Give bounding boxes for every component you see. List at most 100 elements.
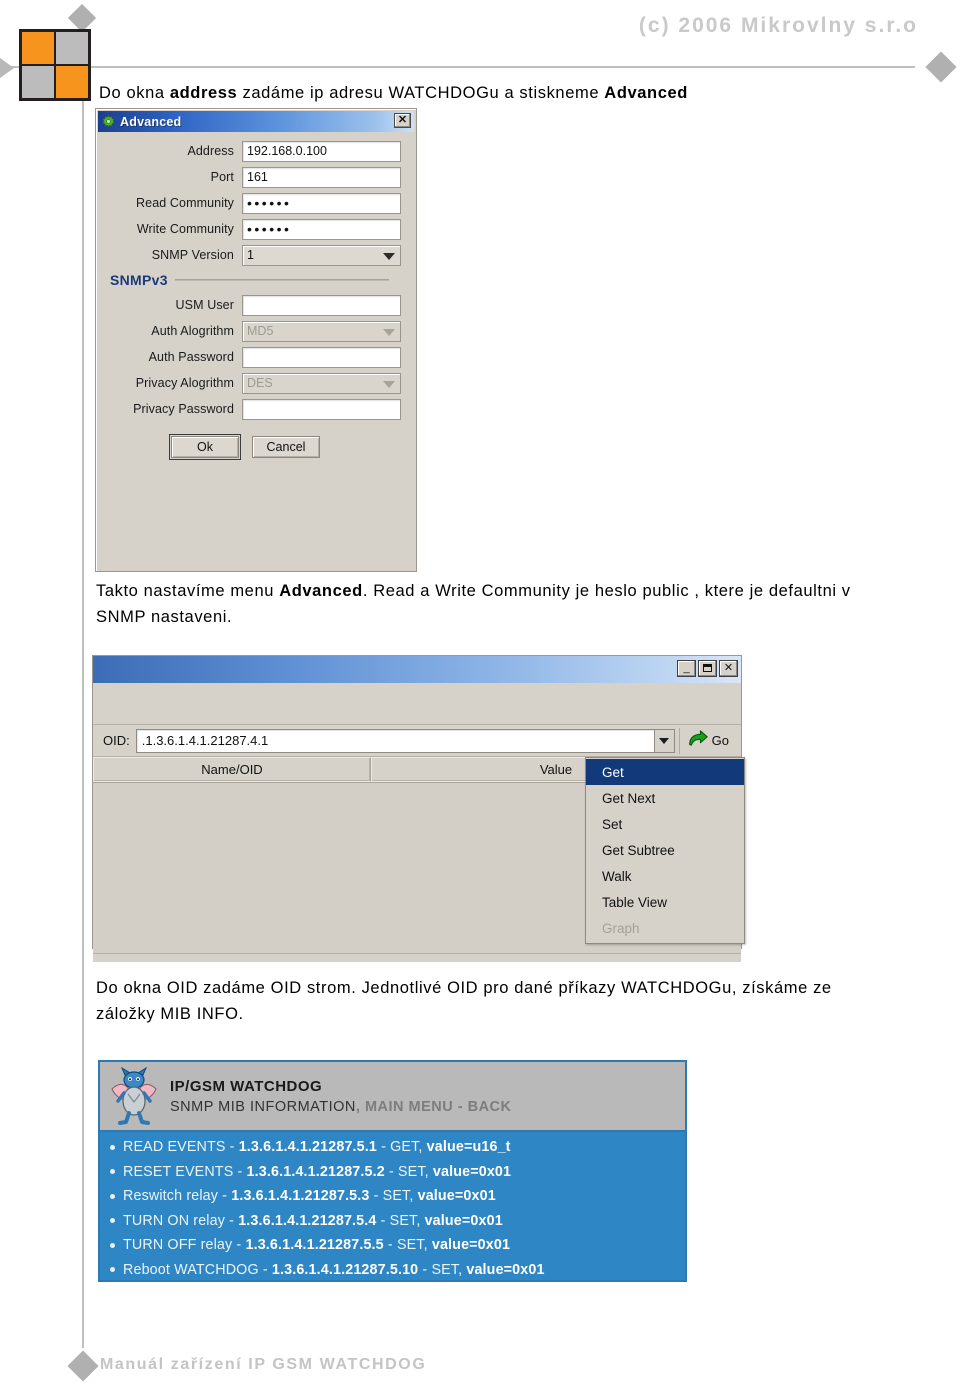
advanced-dialog-body: Address 192.168.0.100 Port 161 Read Comm… — [96, 132, 416, 460]
label-usm-user: USM User — [175, 298, 234, 312]
go-label: Go — [711, 733, 729, 748]
menu-item-table-view[interactable]: Table View — [586, 889, 744, 915]
watchdog-oid-list: READ EVENTS - 1.3.6.1.4.1.21287.5.1 - GE… — [100, 1132, 685, 1282]
auth-algorithm-select[interactable]: MD5 — [242, 320, 401, 342]
middle-bold-advanced: Advanced — [279, 582, 363, 600]
list-item: Reswitch relay - 1.3.6.1.4.1.21287.5.3 -… — [100, 1184, 685, 1209]
oid-item-value: value=0x01 — [417, 1188, 496, 1205]
bullet-icon — [110, 1242, 115, 1248]
oid-label: OID: — [103, 733, 130, 748]
label-write-community: Write Community — [136, 222, 234, 236]
menu-item-get-next[interactable]: Get Next — [586, 785, 744, 811]
go-button[interactable]: Go — [684, 728, 737, 754]
gear-icon — [102, 115, 115, 128]
logo-square-gray-tr — [55, 31, 89, 65]
oid-paragraph: Do okna OID zadáme OID strom. Jednotlivé… — [96, 979, 832, 1023]
intro-bold-address: address — [169, 84, 238, 102]
snmpv3-group-header: SNMPv3 — [110, 272, 401, 288]
label-address: Address — [187, 144, 234, 158]
mib-titlebar: _ ✕ — [93, 656, 741, 683]
mib-statusbar — [93, 953, 741, 962]
group-divider — [174, 279, 389, 281]
oid-item-name: RESET EVENTS — [123, 1163, 234, 1180]
address-input[interactable]: 192.168.0.100 — [242, 140, 401, 162]
list-item: RESET EVENTS - 1.3.6.1.4.1.21287.5.2 - S… — [100, 1160, 685, 1185]
privacy-password-input[interactable] — [242, 398, 401, 420]
chevron-down-icon — [659, 737, 670, 744]
menu-item-set[interactable]: Set — [586, 811, 744, 837]
close-icon[interactable]: ✕ — [719, 660, 738, 677]
auth-algorithm-value: MD5 — [247, 324, 274, 338]
close-icon[interactable]: ✕ — [394, 113, 411, 128]
bullet-icon — [110, 1193, 115, 1199]
field-row-privacy-password: Privacy Password — [100, 398, 401, 420]
port-input[interactable]: 161 — [242, 166, 401, 188]
watchdog-panel-header: IP/GSM WATCHDOG SNMP MIB INFORMATION, MA… — [100, 1062, 685, 1132]
oid-item-name: Reswitch relay — [123, 1188, 219, 1205]
oid-item-oid: 1.3.6.1.4.1.21287.5.2 — [246, 1163, 385, 1180]
oid-item-value: value=u16_t — [426, 1139, 511, 1156]
oid-item-name: READ EVENTS — [123, 1139, 226, 1156]
footer-text: Manuál zařízení IP GSM WATCHDOG — [100, 1356, 427, 1373]
snmp-version-select[interactable]: 1 — [242, 244, 401, 266]
oid-item-op: SET, — [396, 1237, 428, 1254]
watchdog-subtitle-nav[interactable]: , MAIN MENU - BACK — [356, 1099, 512, 1115]
oid-item-oid: 1.3.6.1.4.1.21287.5.3 — [231, 1188, 370, 1205]
watchdog-mib-panel: IP/GSM WATCHDOG SNMP MIB INFORMATION, MA… — [98, 1060, 687, 1282]
write-community-input[interactable]: •••••• — [242, 218, 401, 240]
oid-item-value: value=0x01 — [431, 1237, 511, 1254]
label-auth-algorithm: Auth Alogrithm — [151, 324, 234, 338]
chevron-down-icon — [383, 381, 395, 388]
oid-item-value: value=0x01 — [424, 1212, 503, 1229]
field-row-usm-user: USM User — [100, 294, 401, 316]
bullet-icon — [110, 1267, 115, 1273]
menu-item-walk[interactable]: Walk — [586, 863, 744, 889]
field-row-port: Port 161 — [100, 166, 401, 188]
list-item: TURN OFF relay - 1.3.6.1.4.1.21287.5.5 -… — [100, 1233, 685, 1258]
copyright-text: (c) 2006 Mikrovlny s.r.o — [638, 14, 918, 37]
usm-user-input[interactable] — [242, 294, 401, 316]
maximize-icon[interactable] — [698, 660, 717, 677]
cancel-button[interactable]: Cancel — [252, 436, 320, 458]
field-row-auth-password: Auth Password — [100, 346, 401, 368]
privacy-algorithm-select[interactable]: DES — [242, 372, 401, 394]
ok-button[interactable]: Ok — [169, 434, 241, 460]
advanced-dialog-buttons: Ok Cancel — [100, 434, 401, 460]
oid-item-oid: 1.3.6.1.4.1.21287.5.1 — [238, 1139, 377, 1156]
field-row-address: Address 192.168.0.100 — [100, 140, 401, 162]
oid-input[interactable]: .1.3.6.1.4.1.21287.4.1 — [135, 728, 655, 753]
go-arrow-icon — [688, 729, 708, 752]
advanced-dialog-titlebar: Advanced ✕ — [98, 111, 414, 132]
left-arrow-marker — [0, 58, 14, 78]
auth-password-input[interactable] — [242, 346, 401, 368]
bullet-icon — [110, 1169, 115, 1175]
oid-row: OID: .1.3.6.1.4.1.21287.4.1 Go — [93, 725, 741, 757]
oid-dropdown-button[interactable] — [654, 728, 675, 753]
header-rule — [0, 66, 915, 68]
chevron-down-icon — [383, 253, 395, 260]
menu-item-get[interactable]: Get — [586, 759, 744, 785]
watchdog-panel-subtitle: SNMP MIB INFORMATION, MAIN MENU - BACK — [170, 1099, 512, 1115]
read-community-input[interactable]: •••••• — [242, 192, 401, 214]
label-auth-password: Auth Password — [148, 350, 234, 364]
oid-item-op: SET, — [382, 1188, 414, 1205]
mib-browser-window: _ ✕ OID: .1.3.6.1.4.1.21287.4.1 Go Name/… — [92, 655, 745, 962]
watchdog-subtitle-main: SNMP MIB INFORMATION — [170, 1098, 356, 1115]
menu-item-get-subtree[interactable]: Get Subtree — [586, 837, 744, 863]
mib-toolbar — [93, 683, 741, 725]
watchdog-panel-title: IP/GSM WATCHDOG — [170, 1077, 323, 1095]
advanced-dialog-title: Advanced — [120, 114, 182, 129]
left-margin-rule — [82, 18, 84, 1348]
field-row-snmp-version: SNMP Version 1 — [100, 244, 401, 266]
dragon-logo-icon — [108, 1066, 160, 1125]
watchdog-panel-titles: IP/GSM WATCHDOG SNMP MIB INFORMATION, MA… — [170, 1078, 512, 1115]
oid-item-oid: 1.3.6.1.4.1.21287.5.5 — [245, 1237, 384, 1254]
advanced-dialog: Advanced ✕ Address 192.168.0.100 Port 16… — [95, 108, 417, 572]
brand-logo — [19, 29, 91, 101]
field-row-auth-algorithm: Auth Alogrithm MD5 — [100, 320, 401, 342]
minimize-icon[interactable]: _ — [677, 660, 696, 677]
oid-item-name: TURN ON relay — [123, 1212, 226, 1229]
label-port: Port — [210, 170, 234, 184]
column-header-name-oid[interactable]: Name/OID — [93, 757, 371, 782]
intro-paragraph: Do okna address zadáme ip adresu WATCHDO… — [99, 80, 899, 106]
